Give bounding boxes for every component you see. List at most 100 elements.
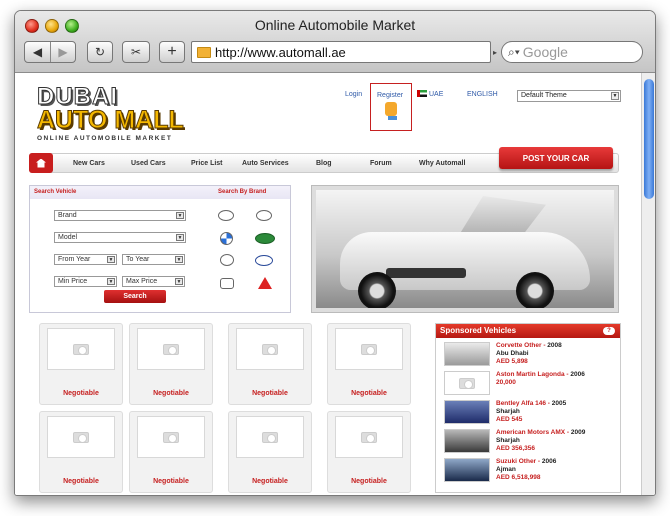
sponsored-item[interactable]: Suzuki Other - 2006 Ajman AED 6,518,998	[444, 458, 620, 486]
add-bookmark-button[interactable]: +	[159, 41, 185, 63]
listing-price: Negotiable	[351, 478, 387, 485]
scrollbar-thumb[interactable]	[644, 79, 654, 199]
snippet-button[interactable]: ✂	[122, 41, 150, 63]
listing-card[interactable]: Negotiable	[129, 323, 213, 405]
camera-icon	[73, 343, 89, 355]
camera-icon	[73, 431, 89, 443]
vehicle-title: Bentley Alfa 146	[496, 400, 546, 407]
nav-used-cars[interactable]: Used Cars	[131, 160, 166, 167]
nav-blog[interactable]: Blog	[316, 160, 332, 167]
sponsored-vehicles-panel: Sponsored Vehicles ? Corvette Other - 20…	[435, 323, 621, 493]
car-grill-shape	[386, 268, 466, 278]
nissan-logo-icon[interactable]	[256, 210, 272, 221]
camera-icon	[262, 431, 278, 443]
camera-icon	[361, 431, 377, 443]
listing-card[interactable]: Negotiable	[228, 411, 312, 493]
car-photo	[316, 190, 614, 308]
sponsored-item[interactable]: Bentley Alfa 146 - 2005 Sharjah AED 545	[444, 400, 620, 428]
forward-icon[interactable]: ▶	[49, 42, 75, 62]
camera-icon	[163, 343, 179, 355]
nav-auto-services[interactable]: Auto Services	[242, 160, 289, 167]
search-placeholder: Google	[522, 44, 568, 60]
home-button[interactable]	[29, 153, 53, 173]
vehicle-title: American Motors AMX	[496, 429, 566, 436]
vertical-scrollbar[interactable]	[641, 73, 655, 495]
listing-card[interactable]: Negotiable	[327, 323, 411, 405]
chevron-icon: ▸	[493, 48, 498, 57]
search-button[interactable]: Search	[104, 290, 166, 303]
search-panel-header: Search Vehicle Search By Brand	[30, 186, 290, 199]
vehicle-year: 2008	[547, 342, 562, 349]
chevron-down-icon: ▼	[611, 92, 619, 100]
web-page: DUBAI AUTO MALL ONLINE AUTOMOBILE MARKET…	[15, 73, 642, 495]
camera-icon	[262, 343, 278, 355]
theme-value: Default Theme	[521, 92, 567, 99]
register-link[interactable]: Register	[370, 83, 412, 131]
listing-card[interactable]: Negotiable	[228, 323, 312, 405]
nav-forum[interactable]: Forum	[370, 160, 392, 167]
car-wheel-shape	[516, 272, 554, 308]
listing-photo-placeholder	[137, 416, 205, 458]
listing-price: Negotiable	[351, 390, 387, 397]
listing-card[interactable]: Negotiable	[39, 323, 123, 405]
vehicle-price: 20,000	[496, 379, 516, 386]
nav-new-cars[interactable]: New Cars	[73, 160, 105, 167]
vehicle-year: 2006	[541, 458, 557, 465]
to-year-select[interactable]: To Year ▼	[122, 254, 185, 265]
listing-price: Negotiable	[153, 478, 189, 485]
vehicle-thumbnail	[444, 400, 490, 424]
vehicle-title: Corvette Other	[496, 342, 542, 349]
listing-photo-placeholder	[47, 416, 115, 458]
chevron-down-icon: ▼	[175, 278, 183, 285]
listing-card[interactable]: Negotiable	[39, 411, 123, 493]
vehicle-price: AED 356,356	[496, 445, 536, 452]
to-year-value: To Year	[126, 256, 150, 263]
sponsored-title: Sponsored Vehicles	[440, 326, 517, 335]
chevron-down-icon: ▼	[107, 256, 115, 263]
search-panel: Search Vehicle Search By Brand Brand ▼ Mo…	[29, 185, 291, 313]
vehicle-city: Abu Dhabi	[496, 350, 529, 357]
bmw-logo-icon[interactable]	[220, 232, 233, 245]
top-links: Login Register UAE ENGLISH Default Theme…	[15, 83, 642, 131]
hyundai-logo-icon[interactable]	[255, 255, 273, 266]
model-select[interactable]: Model ▼	[54, 232, 186, 243]
theme-select[interactable]: Default Theme ▼	[517, 90, 621, 102]
model-select-value: Model	[58, 234, 78, 241]
login-link[interactable]: Login	[345, 91, 362, 98]
from-year-select[interactable]: From Year ▼	[54, 254, 117, 265]
language-select[interactable]: ENGLISH	[467, 91, 498, 98]
nav-why-automall[interactable]: Why Automall	[419, 160, 465, 167]
mitsubishi-logo-icon[interactable]	[258, 277, 272, 289]
folder-icon	[197, 46, 211, 58]
reload-button[interactable]: ↻	[87, 41, 113, 63]
lexus-logo-icon[interactable]	[220, 254, 234, 266]
nav-price-list[interactable]: Price List	[191, 160, 223, 167]
address-bar[interactable]: http://www.automall.ae	[191, 41, 491, 63]
land-rover-logo-icon[interactable]	[255, 233, 275, 244]
uae-flag-icon	[417, 90, 427, 97]
help-icon[interactable]: ?	[603, 327, 615, 335]
country-select[interactable]: UAE	[429, 91, 443, 98]
logo-tagline: ONLINE AUTOMOBILE MARKET	[37, 135, 173, 142]
sponsored-item[interactable]: Corvette Other - 2008 Abu Dhabi AED 5,898	[444, 342, 620, 370]
sponsored-item[interactable]: American Motors AMX - 2009 Sharjah AED 356…	[444, 429, 620, 457]
address-text: http://www.automall.ae	[215, 44, 346, 60]
honda-logo-icon[interactable]	[220, 278, 234, 289]
brand-select[interactable]: Brand ▼	[54, 210, 186, 221]
post-your-car-button[interactable]: POST YOUR CAR	[499, 147, 613, 169]
listing-card[interactable]: Negotiable	[327, 411, 411, 493]
camera-icon	[361, 343, 377, 355]
max-price-value: Max Price	[126, 278, 158, 285]
sponsored-item[interactable]: Aston Martin Lagonda - 2006 20,000	[444, 371, 620, 399]
listing-card[interactable]: Negotiable	[129, 411, 213, 493]
min-price-select[interactable]: Min Price ▼	[54, 276, 117, 287]
from-year-value: From Year	[58, 256, 91, 263]
vehicle-city: Ajman	[496, 466, 516, 473]
featured-car-image[interactable]	[311, 185, 619, 313]
vehicle-title: Aston Martin Lagonda	[496, 371, 565, 378]
listing-photo-placeholder	[137, 328, 205, 370]
max-price-select[interactable]: Max Price ▼	[122, 276, 185, 287]
search-field[interactable]: ⌕▾ Google	[501, 41, 643, 63]
toyota-logo-icon[interactable]	[218, 210, 234, 221]
back-icon[interactable]: ◀	[25, 42, 50, 62]
